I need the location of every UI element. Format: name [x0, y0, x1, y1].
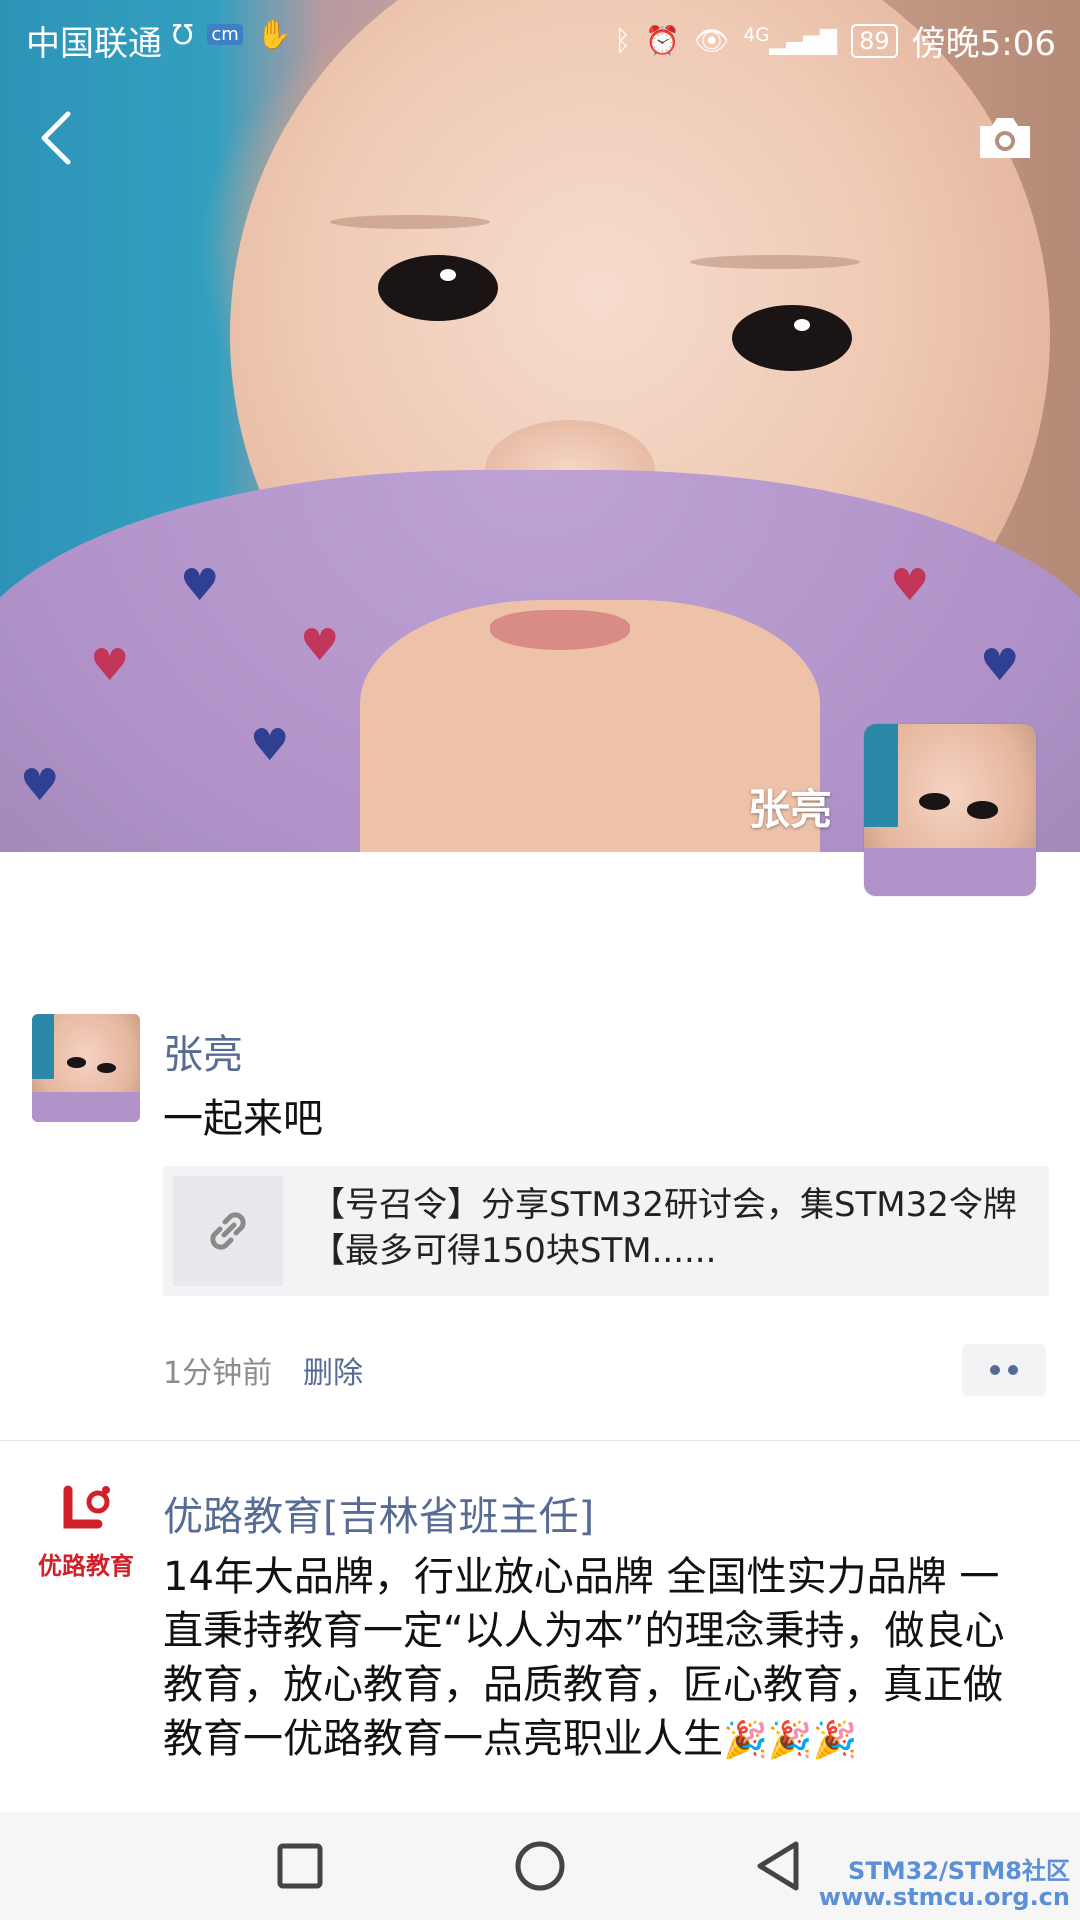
avatar-eye — [66, 1057, 86, 1068]
status-left-icons: Ʊ cm ✋ — [172, 18, 292, 51]
heart-pattern: ♥ — [250, 720, 290, 771]
avatar-shirt — [864, 847, 1036, 896]
nav-back-icon[interactable] — [752, 1838, 808, 1894]
clock: 傍晚5:06 — [911, 24, 1056, 64]
cover-brow-left — [330, 215, 490, 229]
cover-brow-right — [690, 255, 860, 269]
heart-pattern: ♥ — [980, 640, 1020, 691]
avatar-bg — [864, 724, 899, 828]
cover-mouth — [490, 610, 630, 650]
delete-button[interactable]: 删除 — [303, 1348, 363, 1392]
watermark-line2: www.stmcu.org.cn — [818, 1883, 1070, 1911]
ad-text-body: 14年大品牌，行业放心品牌 全国性实力品牌 一直秉持教育一定“以人为本”的理念秉… — [163, 1554, 1005, 1762]
link-thumbnail — [173, 1176, 283, 1286]
cover-eye-left — [378, 255, 498, 321]
camera-icon[interactable] — [976, 114, 1034, 160]
heart-pattern: ♥ — [180, 560, 220, 611]
avatar-image — [864, 724, 1036, 896]
heart-pattern: ♥ — [890, 560, 930, 611]
avatar-bg — [32, 1014, 54, 1079]
party-popper-icon: 🎉🎉🎉 — [723, 1720, 858, 1761]
comment-like-button[interactable] — [962, 1344, 1046, 1396]
cover-username: 张亮 — [747, 785, 832, 834]
avatar-image — [32, 1014, 140, 1122]
avatar-eye — [919, 792, 950, 810]
ad-text: 14年大品牌，行业放心品牌 全国性实力品牌 一直秉持教育一定“以人为本”的理念秉… — [163, 1550, 1023, 1768]
hand-icon: ✋ — [256, 18, 292, 51]
notification-icon: Ʊ — [172, 18, 194, 51]
cover-eye-right — [732, 305, 852, 371]
link-icon — [210, 1212, 246, 1250]
avatar-eye — [96, 1062, 117, 1074]
avatar-eye — [967, 801, 999, 819]
status-bar: 中国联通 Ʊ cm ✋ ᛒ ⏰ 👁 4G▂▄▆█ 89 傍晚5:06 — [0, 0, 1080, 74]
post-avatar[interactable] — [32, 1014, 140, 1122]
watermark: STM32/STM8社区 www.stmcu.org.cn — [819, 1858, 1070, 1910]
post-text: 一起来吧 — [163, 1096, 323, 1142]
brand-logo-text: 优路教育 — [38, 1552, 134, 1580]
shared-link-card[interactable]: 【号召令】分享STM32研讨会，集STM32令牌 【最多可得150块STM...… — [163, 1166, 1049, 1296]
post-timestamp: 1分钟前 — [163, 1356, 273, 1391]
dot-icon — [1008, 1365, 1018, 1375]
battery-icon: 89 — [851, 23, 898, 58]
alarm-icon: ⏰ — [645, 24, 680, 57]
signal-icon: 4G▂▄▆█ — [743, 25, 838, 56]
back-icon[interactable] — [36, 108, 76, 168]
status-right: ᛒ ⏰ 👁 4G▂▄▆█ 89 傍晚5:06 — [614, 16, 1056, 65]
heart-pattern: ♥ — [300, 620, 340, 671]
home-icon[interactable] — [512, 1838, 568, 1894]
profile-avatar[interactable] — [864, 724, 1036, 896]
bluetooth-icon: ᛒ — [614, 24, 632, 57]
brand-logo-mark — [63, 1485, 110, 1529]
brand-logo[interactable]: 优路教育 — [32, 1484, 140, 1592]
recent-apps-icon[interactable] — [272, 1838, 328, 1894]
app-badge-icon: cm — [207, 24, 243, 45]
heart-pattern: ♥ — [90, 640, 130, 691]
heart-pattern: ♥ — [20, 760, 60, 811]
watermark-line1: STM32/STM8社区 — [848, 1857, 1070, 1885]
avatar-shirt — [32, 1091, 140, 1122]
system-nav-bar: STM32/STM8社区 www.stmcu.org.cn — [0, 1812, 1080, 1920]
eye-icon: 👁 — [693, 24, 730, 57]
link-title: 【号召令】分享STM32研讨会，集STM32令牌 【最多可得150块STM...… — [311, 1185, 1017, 1271]
post-username[interactable]: 张亮 — [163, 1022, 243, 1080]
post-divider — [0, 1440, 1080, 1441]
ad-username[interactable]: 优路教育[吉林省班主任] — [163, 1484, 594, 1542]
carrier-label: 中国联通 — [26, 24, 162, 64]
dot-icon — [990, 1365, 1000, 1375]
